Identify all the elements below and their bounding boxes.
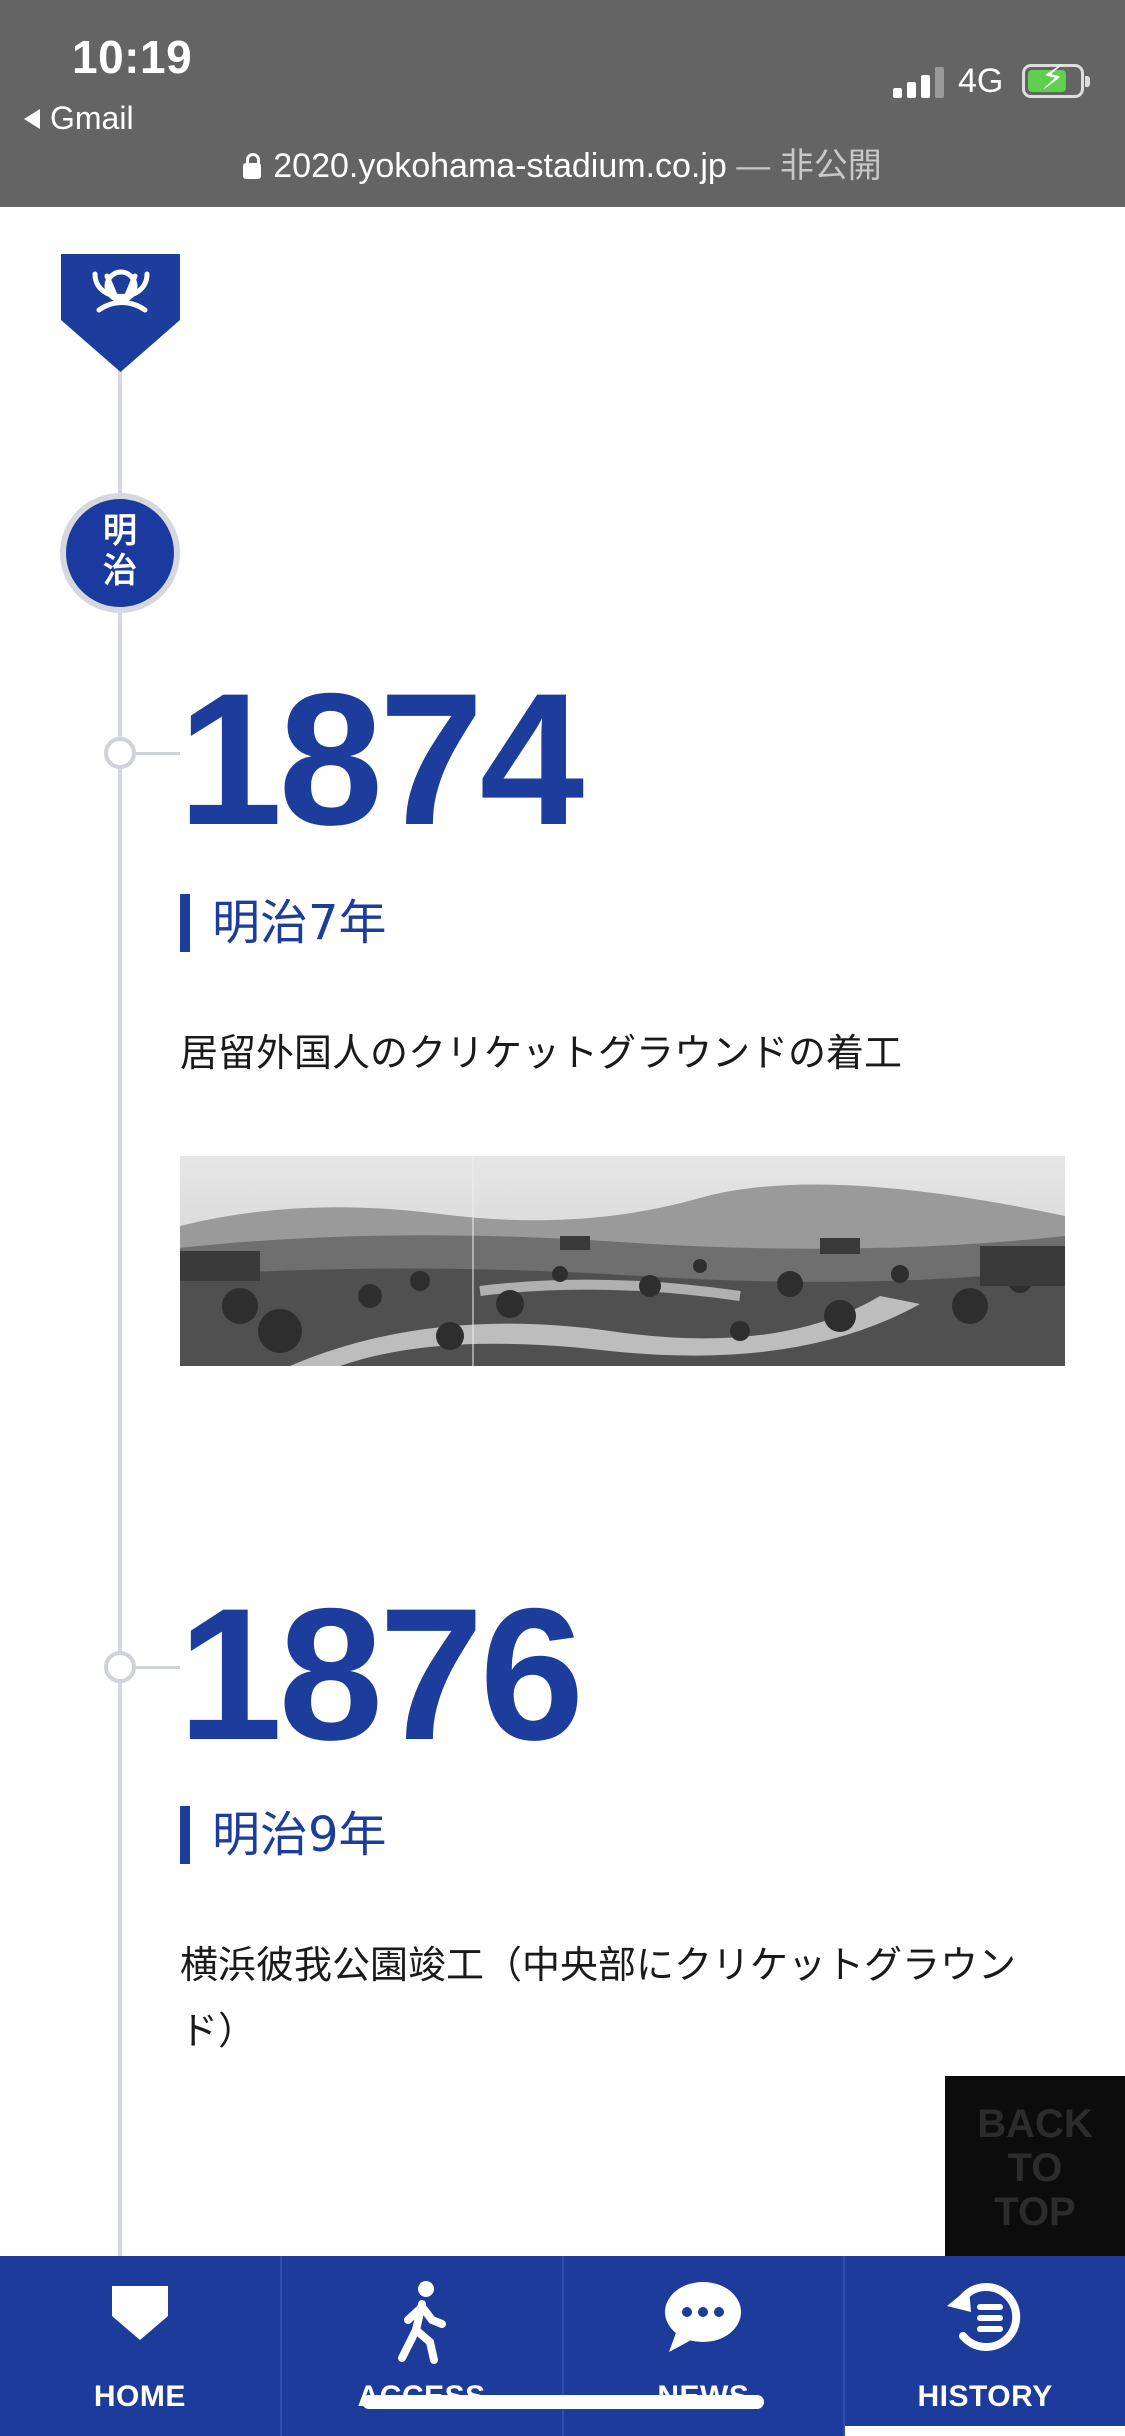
back-to-top-line: TO [1007, 2146, 1063, 2190]
era-badge-meiji: 明 治 [60, 493, 180, 613]
back-to-top-line: TOP [994, 2190, 1076, 2234]
back-to-top-button[interactable]: BACK TO TOP [945, 2076, 1125, 2256]
year-heading: 1876 [178, 1569, 584, 1779]
battery-charging-icon: ⚡ [1022, 61, 1090, 98]
era-char: 明 [103, 511, 137, 551]
event-description: 横浜彼我公園竣工（中央部にクリケットグラウンド） [180, 1943, 1017, 2053]
nav-history[interactable]: HISTORY [845, 2256, 1125, 2436]
era-year-label: 明治7年 [180, 894, 387, 952]
back-app-label: Gmail [50, 100, 134, 136]
network-type: 4G [958, 62, 1004, 100]
era-year-label: 明治9年 [180, 1806, 387, 1864]
timeline-connector [136, 752, 180, 755]
event-description: 居留外国人のクリケットグラウンドの着工 [180, 1031, 903, 1075]
nav-home-label: HOME [93, 2380, 186, 2413]
timeline-node [104, 737, 136, 769]
era-char: 治 [103, 551, 137, 591]
nav-history-label: HISTORY [917, 2380, 1053, 2413]
home-plate-icon [111, 2286, 168, 2340]
address-bar[interactable]: 2020.yokohama-stadium.co.jp — 非公開 [0, 138, 1125, 187]
walking-person-icon [397, 2281, 446, 2364]
back-arrow-icon [24, 108, 40, 129]
stadium-logo-icon [61, 254, 180, 372]
nav-news[interactable]: NEWS [564, 2256, 846, 2436]
history-icon [947, 2283, 1021, 2351]
status-time: 10:19 [72, 31, 193, 83]
timeline-node [104, 1651, 136, 1683]
bottom-navigation: HOME ACCESS NEWS HISTORY [0, 2256, 1125, 2436]
home-indicator [362, 2395, 764, 2409]
back-to-app-link[interactable]: Gmail [24, 100, 134, 137]
nav-access[interactable]: ACCESS [282, 2256, 564, 2436]
back-to-top-line: BACK [977, 2102, 1093, 2146]
timeline-line [118, 330, 122, 2260]
url-separator: — [736, 147, 771, 185]
timeline-connector [136, 1666, 180, 1669]
url-domain: 2020.yokohama-stadium.co.jp [273, 147, 727, 185]
chat-bubble-icon [665, 2282, 742, 2352]
cellular-signal-icon [893, 66, 944, 98]
nav-home[interactable]: HOME [0, 2256, 282, 2436]
browser-header: 10:19 Gmail 4G ⚡ 2020.yokohama-stadium.c… [0, 0, 1125, 207]
url-private-label: 非公開 [779, 147, 882, 185]
lock-icon [243, 153, 262, 179]
historical-photo [180, 1156, 1065, 1366]
year-heading: 1874 [178, 654, 584, 864]
